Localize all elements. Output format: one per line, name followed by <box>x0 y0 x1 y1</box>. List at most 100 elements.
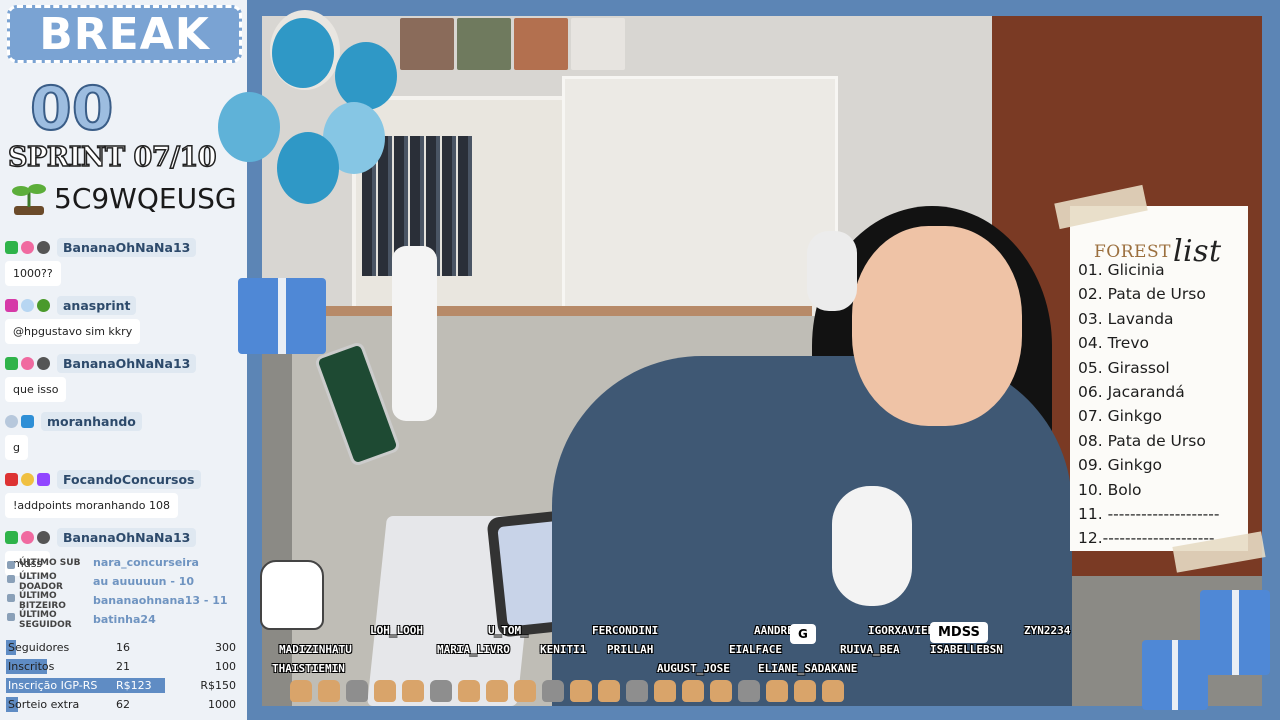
chat-message: moranhando g <box>5 410 243 460</box>
cat-icon <box>654 680 676 702</box>
forest-item: 12.-------------------- <box>1078 529 1215 548</box>
balloon-icon <box>218 92 280 162</box>
chat-message: BananaOhNaNa13 que isso <box>5 352 243 402</box>
chat-username[interactable]: BananaOhNaNa13 <box>57 353 197 373</box>
break-label: BREAK <box>39 8 210 60</box>
viewer-name: LOH_LOOH <box>370 624 423 637</box>
cat-icon <box>458 680 480 702</box>
room-code: 5C9WQEUSG <box>8 180 237 216</box>
badge-icon <box>5 240 18 254</box>
face <box>852 226 1022 426</box>
forest-item: 03. Lavanda <box>1078 309 1174 328</box>
forest-item: 01. Glicinia <box>1078 261 1165 279</box>
chat-text: !addpoints moranhando 108 <box>5 493 178 518</box>
forest-item: 06. Jacarandá <box>1078 382 1185 401</box>
viewer-name: ZYN2234 <box>1024 624 1071 637</box>
forest-item: 07. Ginkgo <box>1078 407 1163 426</box>
chat-message: BananaOhNaNa13 1000?? <box>5 236 243 286</box>
viewer-name: MADIZINHATU <box>279 643 352 656</box>
chat-text: @hpgustavo sim kkry <box>5 319 141 344</box>
forest-item: 02. Pata de Urso <box>1078 285 1206 304</box>
cat-icon <box>346 680 368 702</box>
cat-icon <box>318 680 340 702</box>
goal-stats: Seguidores 16 300 Inscritos 21 100 Inscrição… <box>0 638 247 714</box>
cat-icon <box>598 680 620 702</box>
viewer-name: KENITI1 <box>540 643 587 656</box>
cat-icon <box>682 680 704 702</box>
water-bottle <box>392 246 437 421</box>
participant-thumb[interactable] <box>514 18 568 70</box>
cat-icon <box>290 680 312 702</box>
chat-message: anasprint @hpgustavo sim kkry <box>5 294 243 344</box>
sprint-counter: SPRINT 07/10 <box>7 141 217 174</box>
microphone <box>832 486 912 606</box>
cat-icon <box>430 680 452 702</box>
viewer-name: MARIA_LIVRO <box>437 643 510 656</box>
forest-items: 01. Glicinia 02. Pata de Urso 03. Lavand… <box>1078 258 1219 551</box>
chat-list: BananaOhNaNa13 1000?? anasprint @hpgusta… <box>5 236 243 584</box>
badge-icon <box>37 240 50 254</box>
chat-username[interactable]: BananaOhNaNa13 <box>57 527 197 547</box>
cat-icon <box>710 680 732 702</box>
chat-text: que isso <box>5 377 67 402</box>
viewer-name: RUIVA_BEA <box>840 643 900 656</box>
participant-thumb[interactable] <box>571 18 625 70</box>
balloon-icon <box>335 42 397 110</box>
latest-events: ÚLTIMO SUB nara_concurseira ÚLTIMO DOADOR… <box>5 553 243 630</box>
timer-display: 00 <box>29 73 114 145</box>
gift-icon <box>238 278 326 354</box>
participant-thumb[interactable] <box>400 18 454 70</box>
chat-username[interactable]: moranhando <box>41 411 142 431</box>
badge-icon <box>21 414 34 428</box>
participant-thumb[interactable] <box>457 18 511 70</box>
goal-row: Sorteio extra 62 1000 <box>6 697 236 712</box>
viewer-name: ISABELLEBSN <box>930 643 1003 656</box>
cat-icon <box>822 680 844 702</box>
cat-icon <box>626 680 648 702</box>
badge-icon <box>37 356 50 370</box>
goal-row: Seguidores 16 300 <box>6 640 236 655</box>
badge-icon <box>5 472 18 486</box>
cat-parade <box>290 676 1110 706</box>
cat-icon <box>738 680 760 702</box>
badge-icon <box>21 356 34 370</box>
badge-icon <box>21 530 34 544</box>
cat-icon <box>766 680 788 702</box>
viewer-name: PRILLAH <box>607 643 654 656</box>
viewer-chip: G <box>790 624 816 644</box>
participants-bar <box>400 18 628 70</box>
chat-username[interactable]: FocandoConcursos <box>57 469 201 489</box>
chat-text: g <box>5 435 28 460</box>
cat-icon <box>542 680 564 702</box>
sprout-icon <box>12 184 46 215</box>
badge-icon <box>37 298 50 312</box>
forest-list: FORESTlist 01. Glicinia 02. Pata de Urso… <box>1054 184 1266 573</box>
chat-username[interactable]: anasprint <box>57 295 137 315</box>
badge-icon <box>5 414 18 428</box>
forest-item: 10. Bolo <box>1078 480 1142 499</box>
left-panel: BREAK 00 SPRINT 07/10 5C9WQEUSG BananaOh… <box>0 0 247 720</box>
cat-icon <box>514 680 536 702</box>
info-row: ÚLTIMO DOADOR au auuuuun - 10 <box>5 572 243 592</box>
chat-text: 1000?? <box>5 261 61 286</box>
goal-row: Inscritos 21 100 <box>6 659 236 674</box>
chat-username[interactable]: BananaOhNaNa13 <box>57 237 197 257</box>
forest-item: 08. Pata de Urso <box>1078 431 1206 450</box>
cat-icon <box>794 680 816 702</box>
code-text: 5C9WQEUSG <box>54 181 237 215</box>
cat-icon <box>570 680 592 702</box>
cat-icon <box>374 680 396 702</box>
viewer-name: IGORXAVIER <box>868 624 935 637</box>
headphones <box>807 231 857 311</box>
badge-icon <box>21 472 34 486</box>
badge-icon <box>37 472 50 486</box>
cat-icon <box>402 680 424 702</box>
viewer-name: AUGUST_JOSE <box>657 662 730 675</box>
balloon-icon <box>277 132 339 204</box>
badge-icon <box>21 298 34 312</box>
balloon-icon <box>272 18 334 88</box>
info-row: ÚLTIMO SUB nara_concurseira <box>5 553 243 572</box>
badge-icon <box>5 298 18 312</box>
viewer-name: EIALFACE <box>729 643 782 656</box>
cat-icon <box>486 680 508 702</box>
